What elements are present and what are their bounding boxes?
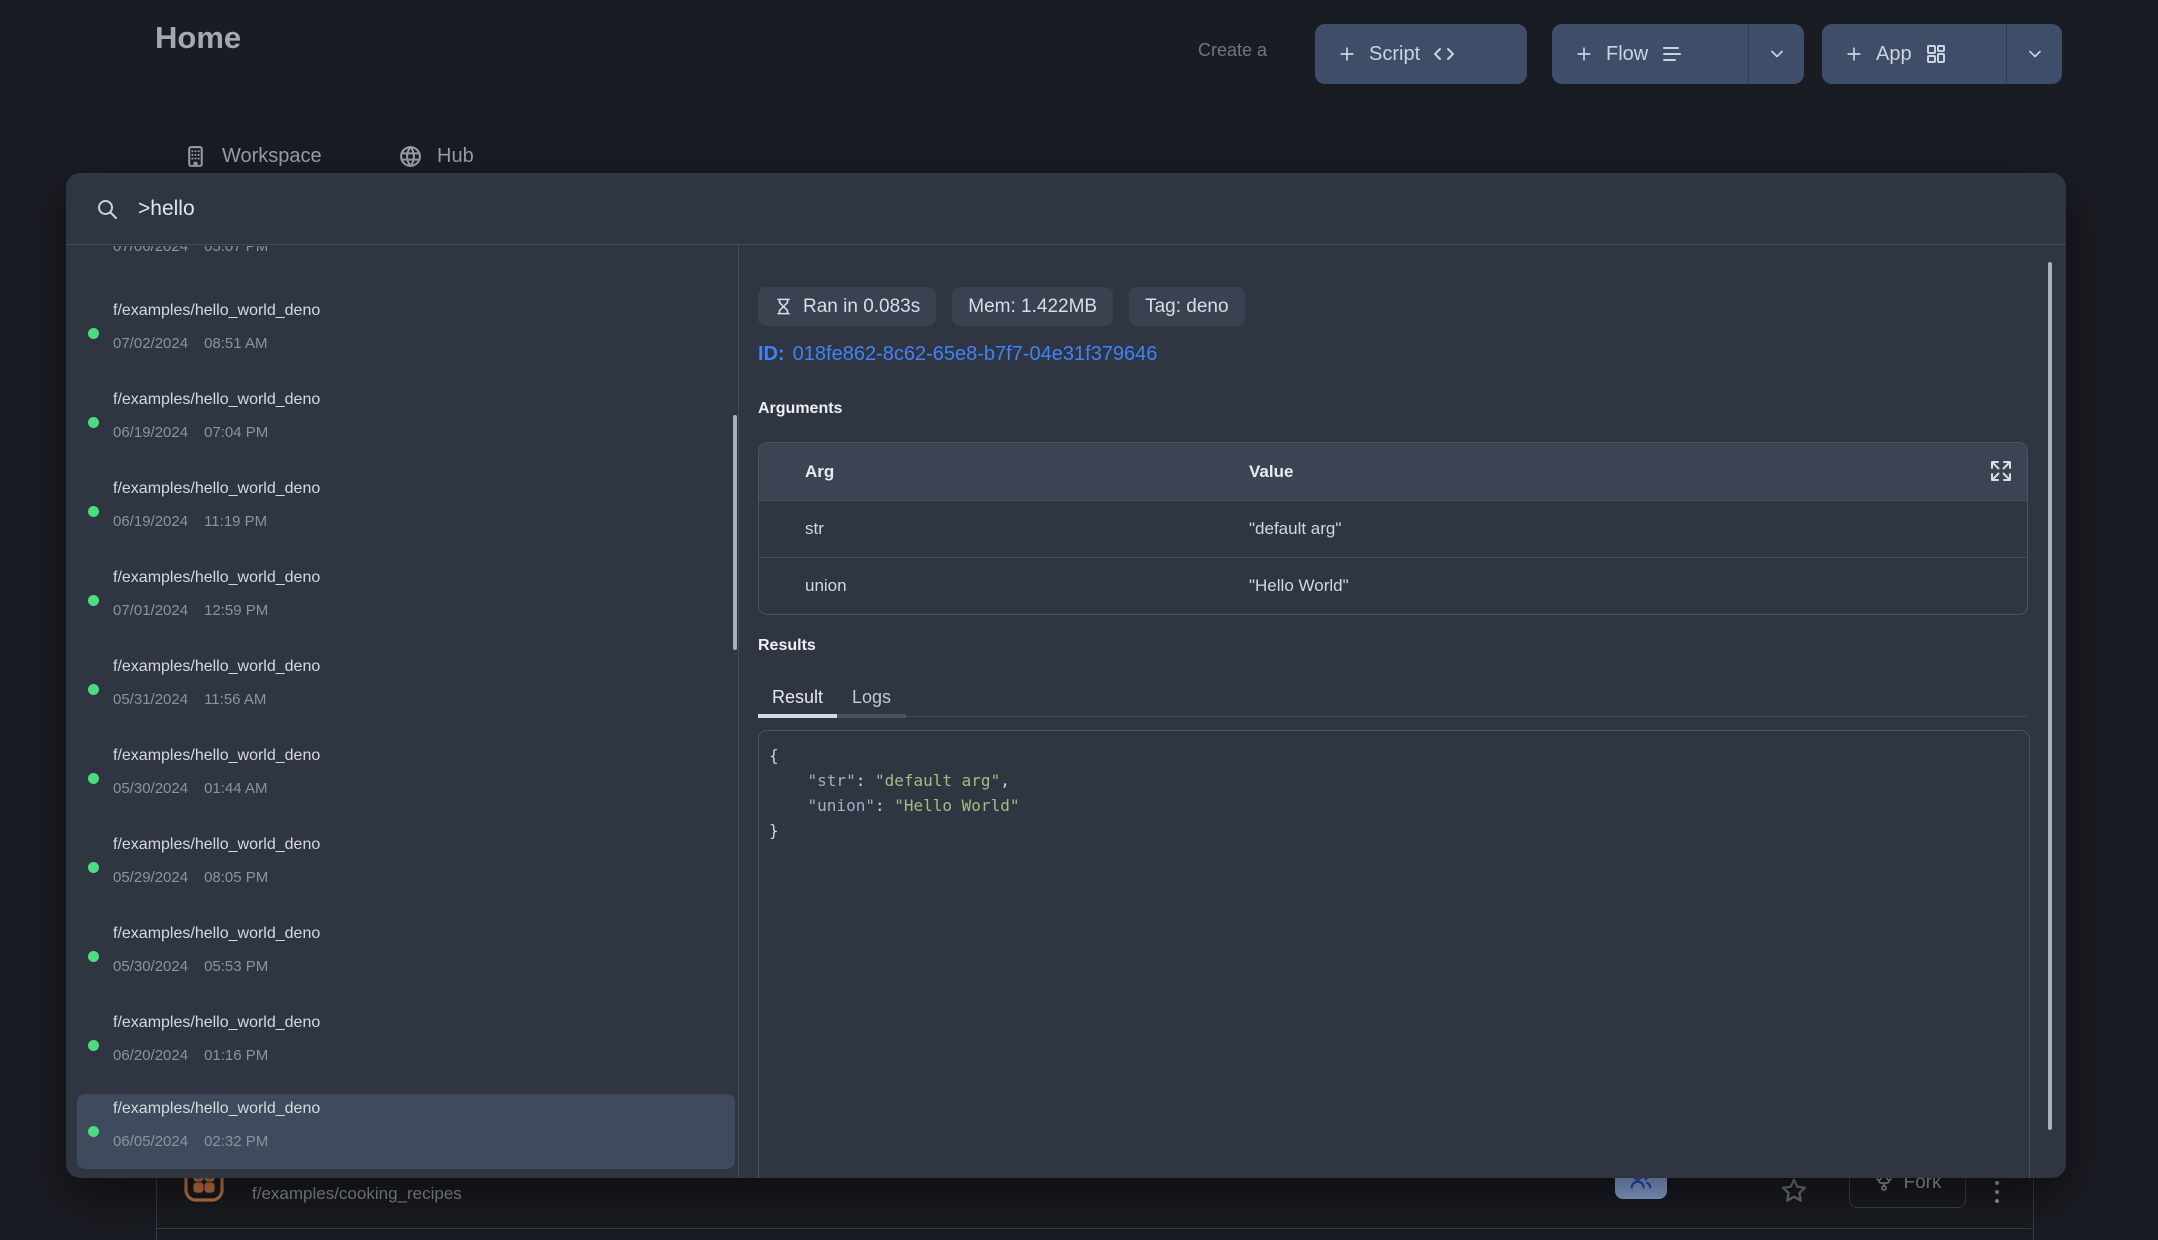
run-path: f/examples/hello_world_deno xyxy=(113,658,320,676)
panel-divider xyxy=(738,245,739,1178)
run-path: f/examples/hello_world_deno xyxy=(113,391,320,409)
tab-workspace[interactable]: Workspace xyxy=(183,144,322,169)
code-icon xyxy=(1432,42,1456,66)
create-flow-button-group: Flow xyxy=(1552,24,1804,84)
bg-table-right-border xyxy=(2033,1178,2034,1240)
arguments-table: Arg Value str "default arg" union "Hello… xyxy=(758,442,2028,615)
star-icon[interactable] xyxy=(1779,1176,1809,1211)
run-id-label: ID: xyxy=(758,343,785,365)
run-list-item[interactable]: f/examples/hello_world_deno 05/29/202408… xyxy=(77,830,735,905)
globe-icon xyxy=(398,144,423,169)
run-list-item[interactable]: f/examples/hello_world_deno 05/30/202401… xyxy=(77,741,735,816)
arg-name: union xyxy=(759,576,1249,596)
memory-badge: Mem: 1.422MB xyxy=(952,287,1113,326)
arguments-table-header: Arg Value xyxy=(759,443,2027,500)
run-status-dot xyxy=(88,1126,99,1137)
create-app-button[interactable]: App xyxy=(1822,24,2006,84)
arg-name: str xyxy=(759,519,1249,539)
run-path: f/examples/hello_world_deno xyxy=(113,480,320,498)
run-status-dot xyxy=(88,773,99,784)
run-status-dot xyxy=(88,506,99,517)
bars-icon xyxy=(1660,42,1684,66)
run-path: f/examples/hello_world_deno xyxy=(113,569,320,587)
run-status-dot xyxy=(88,684,99,695)
run-id: ID: 018fe862-8c62-65e8-b7f7-04e31f379646 xyxy=(758,343,1157,366)
run-list-item[interactable]: f/examples/hello_world_deno 05/31/202411… xyxy=(77,652,735,727)
left-list-scrollbar[interactable] xyxy=(733,415,737,650)
arg-value: "Hello World" xyxy=(1249,576,2027,596)
col-header-value: Value xyxy=(1249,462,2027,482)
expand-icon[interactable] xyxy=(1989,459,2013,488)
runtime-badge: Ran in 0.083s xyxy=(758,287,936,326)
bg-table-left-border xyxy=(156,1178,157,1240)
create-flow-dropdown[interactable] xyxy=(1748,24,1804,84)
create-flow-button[interactable]: Flow xyxy=(1552,24,1748,84)
run-path: f/examples/hello_world_deno xyxy=(113,302,320,320)
run-badges: Ran in 0.083s Mem: 1.422MB Tag: deno xyxy=(758,287,1245,326)
tag-badge: Tag: deno xyxy=(1129,287,1244,326)
kebab-menu-icon[interactable] xyxy=(1995,1181,1999,1203)
run-list-item[interactable]: f/examples/hello_world_deno 06/20/202401… xyxy=(77,1008,735,1083)
run-path: f/examples/hello_world_deno xyxy=(113,1014,320,1032)
detail-panel-scrollbar[interactable] xyxy=(2048,262,2052,1130)
create-a-label: Create a xyxy=(1198,40,1267,61)
plus-icon xyxy=(1574,44,1594,64)
tab-workspace-label: Workspace xyxy=(222,145,322,168)
col-header-arg: Arg xyxy=(759,462,1249,482)
search-bar[interactable]: >hello xyxy=(66,173,2066,245)
plus-icon xyxy=(1337,44,1357,64)
run-status-dot xyxy=(88,862,99,873)
run-status-dot xyxy=(88,951,99,962)
search-icon xyxy=(95,197,119,221)
tab-hub[interactable]: Hub xyxy=(398,144,474,169)
argument-row: str "default arg" xyxy=(759,500,2027,557)
run-path: f/examples/hello_world_deno xyxy=(113,836,320,854)
run-status-dot xyxy=(88,328,99,339)
quick-search-modal: >hello 07/06/202405:07 PM f/examples/hel… xyxy=(66,173,2066,1178)
run-list-item[interactable]: f/examples/hello_world_deno 07/01/202412… xyxy=(77,563,735,638)
create-app-label: App xyxy=(1876,43,1912,66)
hourglass-icon xyxy=(774,297,793,316)
run-path: f/examples/hello_world_deno xyxy=(113,925,320,943)
create-app-button-group: App xyxy=(1822,24,2062,84)
run-path: f/examples/hello_world_deno xyxy=(113,747,320,765)
result-json-viewer[interactable]: { "str": "default arg", "union": "Hello … xyxy=(758,730,2030,1178)
search-input[interactable]: >hello xyxy=(138,197,195,221)
result-json: { "str": "default arg", "union": "Hello … xyxy=(769,743,2019,843)
grid-icon xyxy=(1924,42,1948,66)
bg-row-divider xyxy=(156,1228,2033,1229)
tab-logs[interactable]: Logs xyxy=(837,678,906,717)
run-path: f/examples/hello_world_deno xyxy=(113,1100,320,1118)
create-app-dropdown[interactable] xyxy=(2006,24,2062,84)
run-list-item[interactable]: f/examples/hello_world_deno 06/19/202411… xyxy=(77,474,735,549)
results-tabs: Result Logs xyxy=(758,678,2028,717)
chevron-down-icon xyxy=(2025,44,2045,64)
run-list-item-selected[interactable]: f/examples/hello_world_deno 06/05/202402… xyxy=(77,1094,735,1169)
create-script-button[interactable]: Script xyxy=(1315,24,1527,84)
run-status-dot xyxy=(88,595,99,606)
results-heading: Results xyxy=(758,637,816,655)
tab-result[interactable]: Result xyxy=(758,678,837,717)
clipped-run-item[interactable]: 07/06/202405:07 PM xyxy=(66,246,726,266)
plus-icon xyxy=(1844,44,1864,64)
arg-value: "default arg" xyxy=(1249,519,2027,539)
chevron-down-icon xyxy=(1767,44,1787,64)
bg-row-path: f/examples/cooking_recipes xyxy=(252,1184,462,1204)
run-list-item[interactable]: f/examples/hello_world_deno 05/30/202405… xyxy=(77,919,735,994)
page-title: Home xyxy=(155,20,241,56)
building-icon xyxy=(183,144,208,169)
run-status-dot xyxy=(88,1040,99,1051)
create-script-label: Script xyxy=(1369,43,1420,66)
run-status-dot xyxy=(88,417,99,428)
run-list-item[interactable]: f/examples/hello_world_deno 06/19/202407… xyxy=(77,385,735,460)
run-list-item[interactable]: f/examples/hello_world_deno 07/02/202408… xyxy=(77,296,735,371)
app-root: Home Create a Script Flow App xyxy=(0,0,2158,1240)
tab-hub-label: Hub xyxy=(437,145,474,168)
create-flow-label: Flow xyxy=(1606,43,1648,66)
argument-row: union "Hello World" xyxy=(759,557,2027,614)
run-id-link[interactable]: 018fe862-8c62-65e8-b7f7-04e31f379646 xyxy=(793,343,1158,365)
arguments-heading: Arguments xyxy=(758,400,842,418)
